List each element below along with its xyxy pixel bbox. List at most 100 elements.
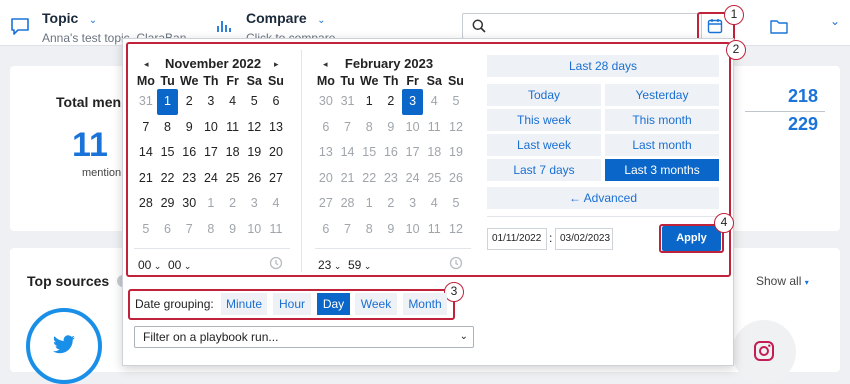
playbook-run-filter[interactable]: Filter on a playbook run... ⌄ [134,326,474,348]
left-calendar-day[interactable]: 11 [222,115,244,141]
right-calendar-day[interactable]: 6 [315,217,337,243]
this-month-button[interactable]: This month [605,109,719,131]
last-month-button[interactable]: Last month [605,134,719,156]
left-calendar-day[interactable]: 6 [157,217,179,243]
left-calendar-day[interactable]: 9 [222,217,244,243]
left-calendar-day[interactable]: 15 [157,140,179,166]
left-calendar-day[interactable]: 22 [157,166,179,192]
left-calendar-day[interactable]: 31 [135,89,157,115]
left-calendar-day[interactable]: 7 [135,115,157,141]
right-calendar-day[interactable]: 6 [315,115,337,141]
right-calendar-day[interactable]: 16 [380,140,402,166]
left-calendar-day[interactable]: 21 [135,166,157,192]
right-calendar-day[interactable]: 21 [337,166,359,192]
right-calendar-day[interactable]: 18 [423,140,445,166]
last-week-button[interactable]: Last week [487,134,601,156]
right-calendar-day[interactable]: 10 [402,217,424,243]
yesterday-button[interactable]: Yesterday [605,84,719,106]
right-calendar-day[interactable]: 23 [380,166,402,192]
left-calendar-day[interactable]: 5 [135,217,157,243]
last-28-days-button[interactable]: Last 28 days [487,55,719,77]
right-calendar-day[interactable]: 24 [402,166,424,192]
left-calendar-day[interactable]: 10 [200,115,222,141]
right-calendar-day[interactable]: 8 [358,217,380,243]
left-minute-select[interactable]: 00 ⌄ [168,258,191,272]
right-calendar-day[interactable]: 30 [315,89,337,115]
folder-icon[interactable] [770,19,788,39]
right-minute-select[interactable]: 59 ⌄ [348,258,371,272]
left-calendar-day[interactable]: 29 [157,191,179,217]
left-calendar-day[interactable]: 23 [178,166,200,192]
left-calendar-day[interactable]: 18 [222,140,244,166]
left-calendar-day[interactable]: 11 [265,217,287,243]
left-hour-select[interactable]: 00 ⌄ [138,258,161,272]
left-calendar-day[interactable]: 16 [178,140,200,166]
right-calendar-day[interactable]: 13 [315,140,337,166]
left-calendar-day[interactable]: 24 [200,166,222,192]
right-calendar-day[interactable]: 10 [402,115,424,141]
right-calendar-day[interactable]: 11 [423,217,445,243]
left-calendar-day[interactable]: 12 [243,115,265,141]
right-calendar-day[interactable]: 15 [358,140,380,166]
left-calendar-day[interactable]: 5 [243,89,265,115]
right-calendar-day[interactable]: 9 [380,217,402,243]
right-calendar-day[interactable]: 3 [402,191,424,217]
right-calendar-day[interactable]: 7 [337,217,359,243]
right-calendar-day[interactable]: 12 [445,217,467,243]
right-calendar-day[interactable]: 7 [337,115,359,141]
right-calendar-day[interactable]: 2 [380,191,402,217]
right-calendar-day[interactable]: 11 [423,115,445,141]
right-calendar-day[interactable]: 20 [315,166,337,192]
left-calendar-day[interactable]: 3 [243,191,265,217]
today-button[interactable]: Today [487,84,601,106]
right-calendar-day[interactable]: 5 [445,191,467,217]
right-calendar-day[interactable]: 17 [402,140,424,166]
right-calendar-day[interactable]: 1 [358,191,380,217]
left-calendar-day[interactable]: 27 [265,166,287,192]
left-calendar-day[interactable]: 4 [222,89,244,115]
left-calendar-day[interactable]: 10 [243,217,265,243]
left-calendar-day[interactable]: 9 [178,115,200,141]
left-calendar-day[interactable]: 25 [222,166,244,192]
left-calendar-day[interactable]: 17 [200,140,222,166]
grouping-week-button[interactable]: Week [355,293,397,315]
advanced-button[interactable]: ← Advanced [487,187,719,209]
left-calendar-day[interactable]: 1 [200,191,222,217]
calendar-icon[interactable] [707,18,723,39]
grouping-hour-button[interactable]: Hour [273,293,311,315]
left-calendar-day[interactable]: 28 [135,191,157,217]
right-calendar-day[interactable]: 22 [358,166,380,192]
end-date-input[interactable]: 03/02/2023 [555,228,613,250]
right-calendar-day[interactable]: 31 [337,89,359,115]
start-date-input[interactable]: 01/11/2022 [487,228,547,250]
last-7-days-button[interactable]: Last 7 days [487,159,601,181]
left-calendar-day[interactable]: 6 [265,89,287,115]
right-calendar-day[interactable]: 3 [401,89,424,115]
right-calendar-day[interactable]: 26 [445,166,467,192]
left-calendar-day[interactable]: 26 [243,166,265,192]
right-calendar-day[interactable]: 14 [337,140,359,166]
this-week-button[interactable]: This week [487,109,601,131]
right-calendar-day[interactable]: 2 [380,89,402,115]
left-calendar-day[interactable]: 7 [178,217,200,243]
show-all-link[interactable]: Show all ▾ [756,274,809,288]
right-calendar-day[interactable]: 28 [337,191,359,217]
right-calendar-day[interactable]: 8 [358,115,380,141]
prev-month-arrow[interactable]: ◂ [144,59,149,70]
left-calendar-day[interactable]: 13 [265,115,287,141]
right-calendar-day[interactable]: 4 [423,191,445,217]
grouping-day-button[interactable]: Day [317,293,350,315]
apply-button[interactable]: Apply [662,226,721,251]
right-calendar-day[interactable]: 5 [445,89,467,115]
next-month-arrow[interactable]: ▸ [274,59,279,70]
right-calendar-day[interactable]: 9 [380,115,402,141]
last-3-months-button[interactable]: Last 3 months [605,159,719,181]
prev-month-arrow[interactable]: ◂ [323,59,328,70]
left-calendar-day[interactable]: 30 [178,191,200,217]
right-hour-select[interactable]: 23 ⌄ [318,258,341,272]
grouping-minute-button[interactable]: Minute [221,293,267,315]
right-calendar-day[interactable]: 27 [315,191,337,217]
search-input[interactable] [462,13,702,39]
left-calendar-day[interactable]: 1 [156,89,179,115]
chevron-down-icon[interactable]: ⌄ [830,14,840,28]
